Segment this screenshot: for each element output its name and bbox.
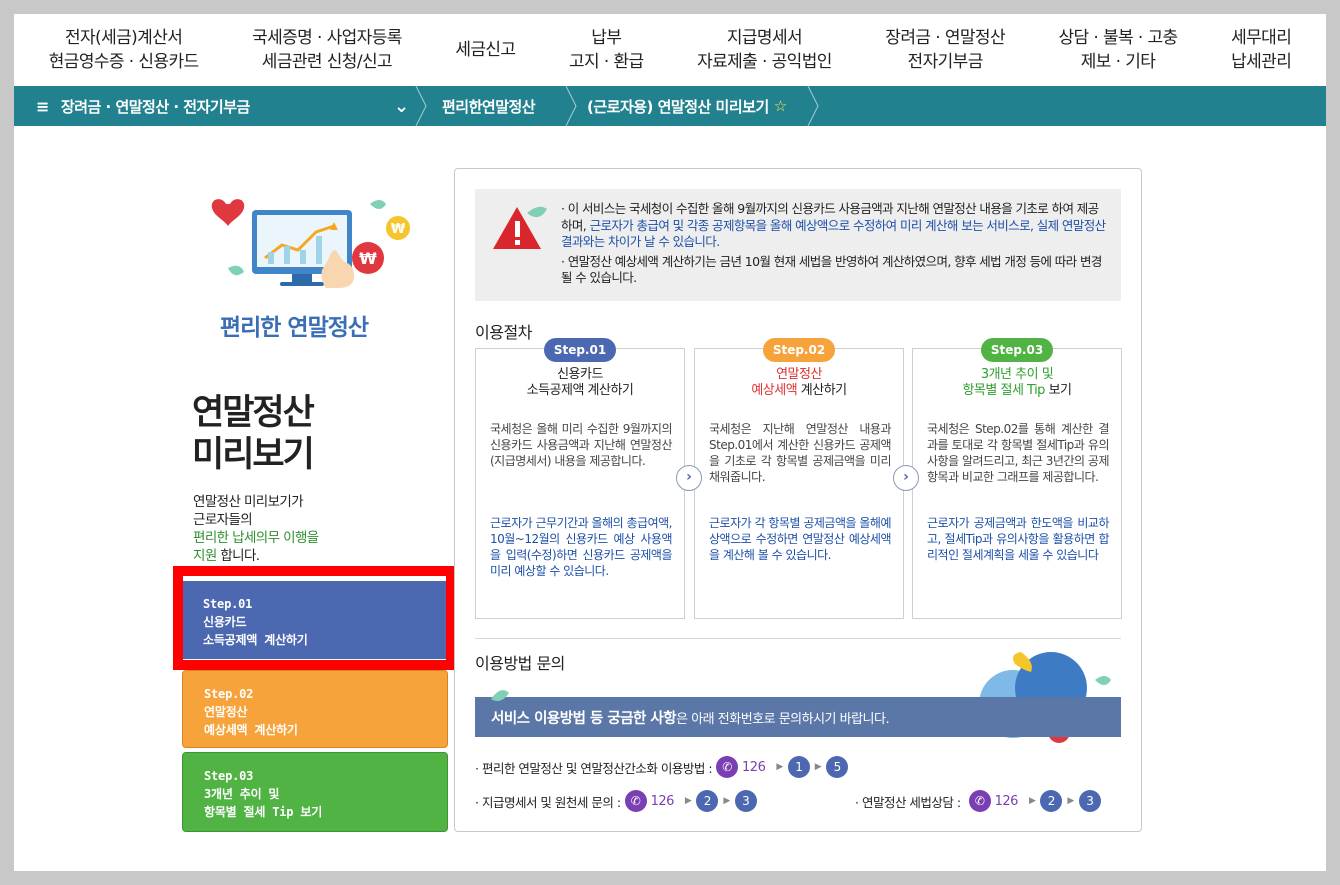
- nav-item-payment-statement[interactable]: 지급명세서 자료제출 · 공익법인: [697, 26, 832, 74]
- star-icon[interactable]: ☆: [774, 97, 787, 115]
- step-badge: Step.02: [763, 338, 835, 362]
- next-arrow-icon: ›: [893, 465, 919, 491]
- notice-box: · 이 서비스는 국세청이 수집한 올해 9월까지의 신용카드 사용금액과 지난…: [475, 189, 1121, 301]
- breadcrumb-separator: [807, 86, 819, 126]
- notice-text-1-highlight: 근로자가 총급여 및 각종 공제항목을 올해 예상액으로 수정하여 미리 계산해…: [561, 217, 1106, 250]
- breadcrumb-sub[interactable]: 편리한연말정산: [442, 86, 536, 126]
- svg-text:₩: ₩: [391, 222, 406, 237]
- page-description: 연말정산 미리보기가 근로자들의 편리한 납세의무 이행을 지원 합니다.: [193, 494, 319, 564]
- procedure-title: 이용절차: [475, 323, 532, 342]
- procedure-step-3: Step.03 3개년 추이 및 항목별 절세 Tip 보기 국세청은 Step…: [912, 338, 1122, 619]
- arrow-right-icon: ▶: [776, 762, 783, 772]
- leaf-icon: [491, 690, 509, 701]
- breadcrumb: ≡ 장려금 · 연말정산 · 전자기부금 ⌄ 편리한연말정산 (근로자용) 연말…: [14, 86, 1326, 126]
- arrow-right-icon: ▶: [684, 796, 692, 806]
- inquiry-banner: 서비스 이용방법 등 궁금한 사항은 아래 전화번호로 문의하시기 바랍니다.: [475, 697, 1121, 737]
- arrow-right-icon: ▶: [1028, 796, 1036, 806]
- top-navigation: 전자(세금)계산서 현금영수증 · 신용카드 국세증명 · 사업자등록 세금관련 신…: [14, 14, 1326, 86]
- sidebar-step-1-button[interactable]: Step.01 신용카드 소득공제액 계산하기: [182, 579, 448, 659]
- breadcrumb-separator: [565, 86, 577, 126]
- warning-icon: [493, 206, 547, 249]
- step-badge: Step.01: [544, 338, 616, 362]
- phone-row-3: · 연말정산 세법상담 : ✆ 126 ▶ 2 ▶ 3: [855, 789, 1101, 813]
- step-badge: Step.03: [981, 338, 1053, 362]
- sidebar-step-2-button[interactable]: Step.02 연말정산 예상세액 계산하기: [182, 670, 448, 748]
- breadcrumb-separator: [415, 86, 427, 126]
- nav-item-certificate[interactable]: 국세증명 · 사업자등록 세금관련 신청/신고: [252, 26, 402, 74]
- nav-item-tax-filing[interactable]: 세금신고: [455, 38, 516, 62]
- procedure-step-2: Step.02 연말정산 예상세액 계산하기 국세청은 지난해 연말정산 내용과…: [694, 338, 904, 619]
- arrow-right-icon: ▶: [814, 762, 822, 772]
- nav-item-year-end-settlement[interactable]: 장려금 · 연말정산 전자기부금: [885, 26, 1005, 74]
- notice-text-2: · 연말정산 예상세액 계산하기는 금년 10월 현재 세법을 반영하여 계산하…: [561, 253, 1102, 286]
- step-description: 국세청은 지난해 연말정산 내용과 Step.01에서 계산한 신용카드 공제액…: [709, 422, 892, 484]
- menu-icon: ≡: [36, 96, 49, 116]
- inquiry-title: 이용방법 문의: [475, 654, 565, 673]
- page-frame: 전자(세금)계산서 현금영수증 · 신용카드 국세증명 · 사업자등록 세금관련 신…: [14, 14, 1326, 871]
- phone-row-2: · 지급명세서 및 원천세 문의 : ✆ 126 ▶ 2 ▶ 3: [475, 789, 757, 813]
- nav-item-tax-agent[interactable]: 세무대리 납세관리: [1231, 26, 1292, 74]
- breadcrumb-section[interactable]: ≡ 장려금 · 연말정산 · 전자기부금: [36, 86, 250, 126]
- procedure-step-1: Step.01 신용카드 소득공제액 계산하기 국세청은 올해 미리 수집한 9…: [475, 338, 685, 619]
- main-panel: · 이 서비스는 국세청이 수집한 올해 9월까지의 신용카드 사용금액과 지난…: [454, 168, 1142, 832]
- monitor-chart-illustration: ₩ ₩: [211, 199, 410, 288]
- step-note: 근로자가 근무기간과 올해의 총급여액, 10월~12월의 신용카드 예상 사용…: [490, 516, 673, 578]
- svg-text:₩: ₩: [359, 249, 377, 268]
- nav-item-payment[interactable]: 납부 고지 · 환급: [569, 26, 644, 74]
- phone-icon: ✆: [716, 756, 739, 778]
- step-description: 국세청은 올해 미리 수집한 9월까지의 신용카드 사용금액과 지난해 연말정산…: [490, 422, 673, 468]
- phone-icon: ✆: [968, 790, 991, 812]
- step-description: 국세청은 Step.02를 통해 계산한 결과를 토대로 각 항목별 절세Tip…: [927, 422, 1110, 484]
- nav-item-consultation[interactable]: 상담 · 불복 · 고충 제보 · 기타: [1059, 26, 1179, 74]
- arrow-right-icon: ▶: [1067, 796, 1074, 806]
- promo-title: 편리한 연말정산: [219, 315, 369, 341]
- section-divider: [475, 638, 1121, 639]
- step-note: 근로자가 공제금액과 한도액을 비교하고, 절세Tip과 유의사항을 활용하면 …: [927, 516, 1110, 562]
- step-heading: 3개년 추이 및 항목별 절세 Tip 보기: [962, 367, 1072, 398]
- phone-row-1: · 편리한 연말정산 및 연말정산간소화 이용방법 : ✆ 126 ▶ 1 ▶ …: [475, 755, 849, 779]
- breadcrumb-current: (근로자용) 연말정산 미리보기 ☆: [587, 97, 787, 116]
- nav-item-tax-invoice[interactable]: 전자(세금)계산서 현금영수증 · 신용카드: [49, 26, 199, 74]
- next-arrow-icon: ›: [676, 465, 702, 491]
- step-note: 근로자가 각 항목별 공제금액을 올해예상액으로 수정하면 연말정산 예상세액을…: [709, 516, 892, 562]
- chevron-down-icon[interactable]: ⌄: [394, 86, 409, 126]
- step-heading: 신용카드 소득공제액 계산하기: [526, 367, 634, 398]
- step-heading: 연말정산 예상세액 계산하기: [751, 367, 847, 398]
- phone-icon: ✆: [624, 790, 647, 812]
- page-title: 연말정산 미리보기: [192, 393, 315, 475]
- arrow-right-icon: ▶: [723, 796, 730, 806]
- sidebar-step-3-button[interactable]: Step.03 3개년 추이 및 항목별 절세 Tip 보기: [182, 752, 448, 832]
